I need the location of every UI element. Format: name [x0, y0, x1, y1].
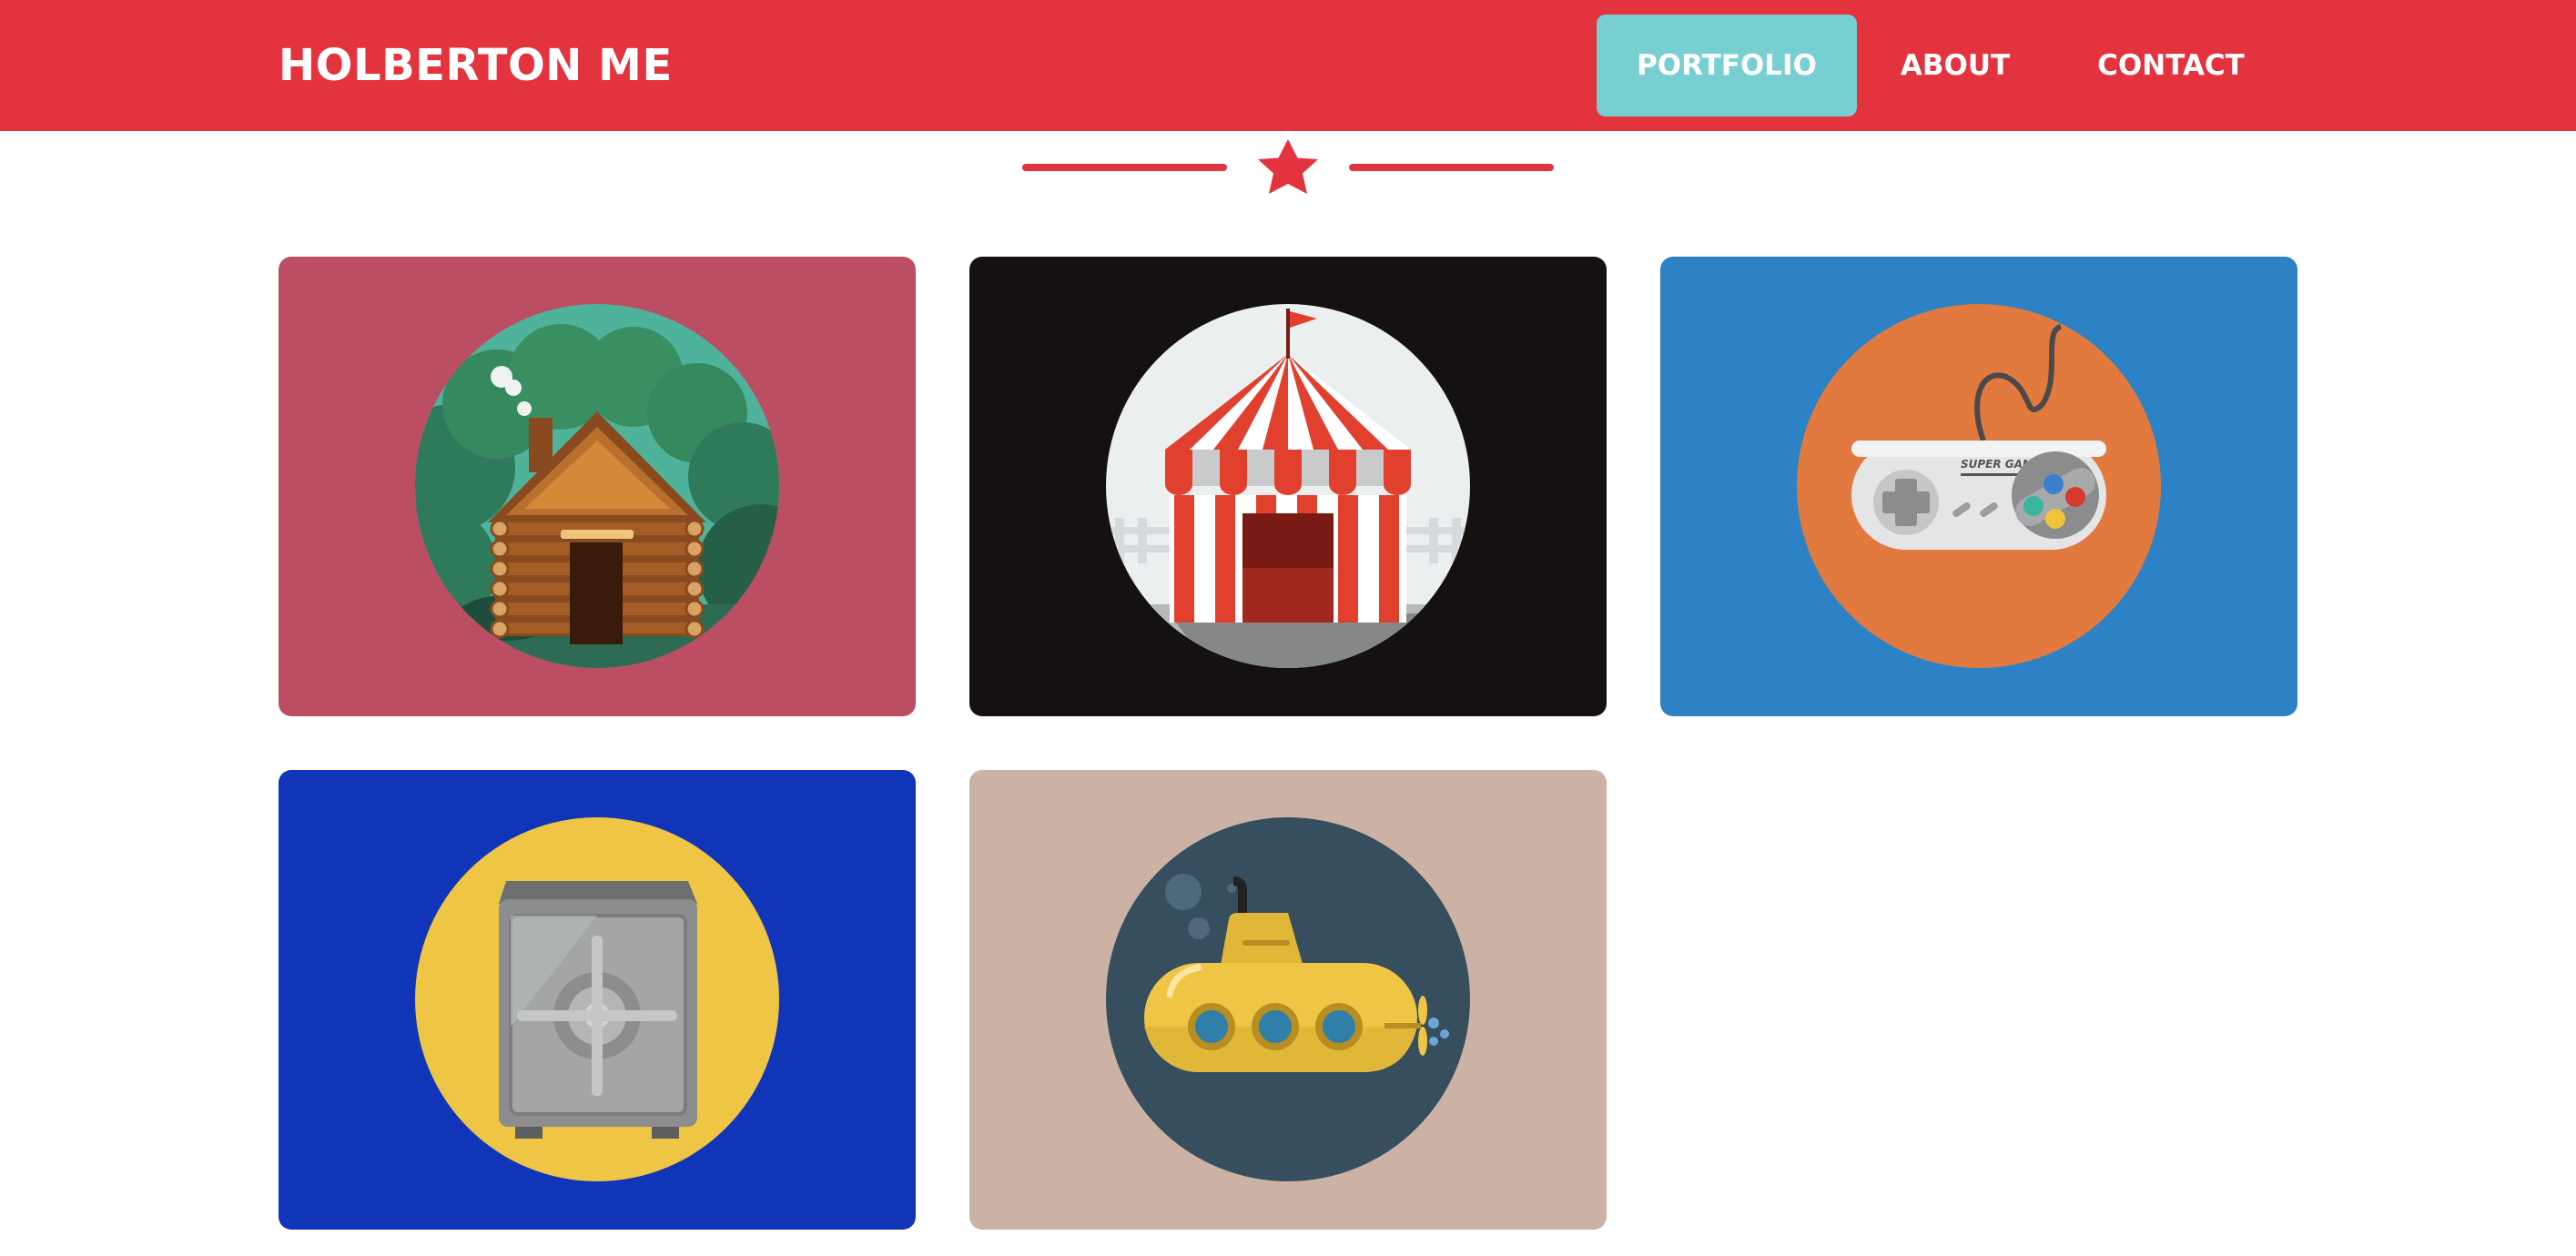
- portfolio-card-circus[interactable]: [969, 257, 1607, 716]
- nav-about-link[interactable]: ABOUT: [1862, 15, 2048, 116]
- navbar: HOLBERTON ME PORTFOLIO ABOUT CONTACT: [0, 0, 2576, 131]
- star-icon: [1258, 139, 1318, 194]
- game-controller-icon: SUPER GAME: [1797, 304, 2161, 668]
- portfolio-card-cabin[interactable]: [279, 257, 916, 716]
- safe-icon: [415, 817, 779, 1181]
- submarine-icon: [1106, 817, 1470, 1181]
- nav-contact-link[interactable]: CONTACT: [2057, 15, 2285, 116]
- portfolio-card-submarine[interactable]: [969, 770, 1607, 1230]
- portfolio-card-controller[interactable]: SUPER GAME: [1660, 257, 2297, 716]
- portfolio-card-safe[interactable]: [279, 770, 916, 1230]
- log-cabin-icon: [415, 304, 779, 668]
- nav-portfolio-tab[interactable]: PORTFOLIO: [1597, 15, 1857, 116]
- section-divider: [1022, 139, 1554, 194]
- brand-logo[interactable]: HOLBERTON ME: [279, 36, 673, 95]
- circus-tent-icon: [1106, 304, 1470, 668]
- divider-line-right: [1349, 164, 1554, 171]
- divider-line-left: [1022, 164, 1227, 171]
